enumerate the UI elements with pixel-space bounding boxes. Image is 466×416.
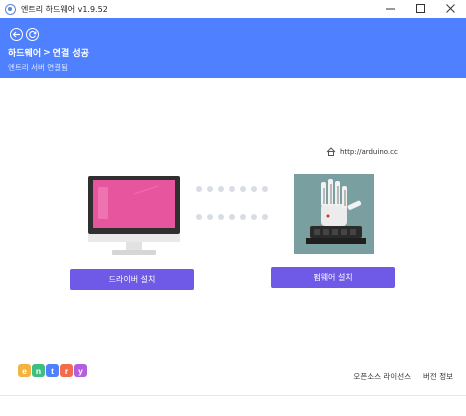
minimize-button[interactable] [376,0,406,18]
window-title: 엔트리 하드웨어 v1.9.52 [21,4,108,14]
hardware-image [294,174,374,254]
close-button[interactable] [436,0,466,18]
refresh-icon [29,30,37,39]
maximize-button[interactable] [406,0,436,18]
breadcrumb-root[interactable]: 하드웨어 [8,46,41,59]
window-bottom-edge [0,395,466,416]
window-controls [376,0,466,18]
refresh-button[interactable] [26,28,39,41]
computer-icon [88,176,180,255]
hardware-site-link[interactable]: http://arduino.cc [326,147,398,156]
breadcrumb-separator: > [43,47,51,58]
opensource-license-link[interactable]: 오픈소스 라이선스 [353,371,411,382]
logo-letter-y: y [74,364,87,377]
logo-letter-t: t [46,364,59,377]
back-button[interactable] [10,28,23,41]
hardware-url: http://arduino.cc [340,147,398,156]
install-firmware-button[interactable]: 펌웨어 설치 [271,267,395,288]
entry-logo: e n t r y [18,364,87,377]
version-info-link[interactable]: 버전 정보 [423,371,453,382]
connection-dots [192,184,276,224]
connection-status: 엔트리 서버 연결됨 [8,63,68,72]
logo-letter-n: n [32,364,45,377]
logo-letter-r: r [60,364,73,377]
arrow-left-icon [12,31,20,38]
maximize-icon [416,4,425,13]
robot-hand-icon [294,174,374,254]
title-bar: 엔트리 하드웨어 v1.9.52 [0,0,466,18]
app-icon [5,3,16,15]
install-driver-button[interactable]: 드라이버 설치 [70,269,194,290]
breadcrumb-current: 연결 성공 [52,49,89,59]
home-icon [326,147,336,156]
logo-letter-e: e [18,364,31,377]
close-icon [446,4,455,13]
footer-links: 오픈소스 라이선스 버전 정보 [353,371,453,382]
header: 하드웨어 > 연결 성공 엔트리 서버 연결됨 [0,18,466,78]
breadcrumb: 하드웨어 > 연결 성공 [8,46,89,60]
minimize-icon [386,8,395,10]
